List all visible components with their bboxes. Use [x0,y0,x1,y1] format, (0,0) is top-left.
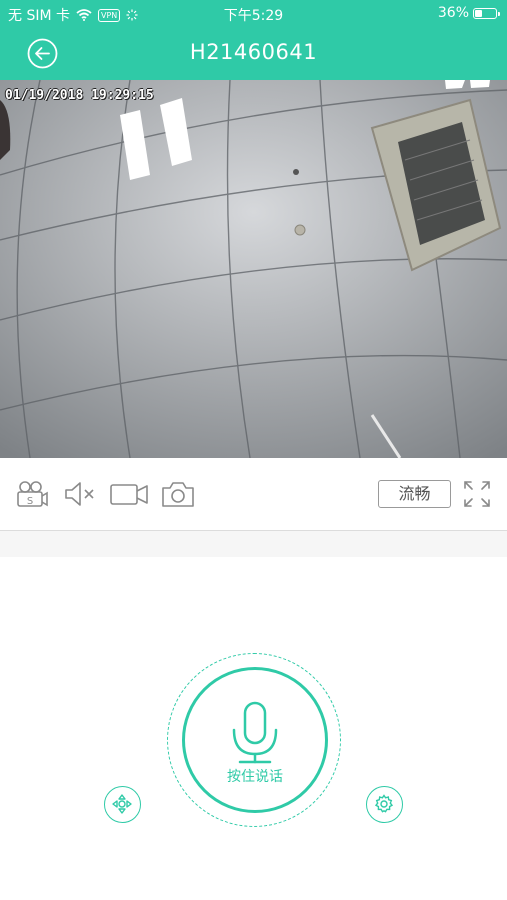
svg-text:S: S [27,496,33,507]
camera-switch-icon[interactable]: S [15,478,49,510]
battery-fill [475,9,482,17]
app-header: 无 SIM 卡 VPN 下午5:29 36% H21460641 [0,0,507,80]
status-bar: 无 SIM 卡 VPN 下午5:29 36% [0,0,507,28]
battery-icon [473,7,500,19]
record-video-icon[interactable] [109,478,149,510]
page-title: H21460641 [189,40,318,64]
nav-bar: H21460641 [0,28,507,80]
fullscreen-icon[interactable] [462,478,492,510]
settings-gear-icon [374,794,394,813]
push-to-talk-button[interactable]: 按住说话 [182,667,328,813]
battery-percent: 36% [437,5,469,21]
ptz-direction-button[interactable] [104,786,141,823]
status-right: 36% [437,5,500,21]
stream-quality-button[interactable]: 流畅 [378,480,451,508]
status-time: 下午5:29 [223,8,284,24]
camera-feed-image [0,80,507,458]
ptz-direction-icon [112,794,132,814]
settings-button[interactable] [366,786,403,823]
battery-tip [498,11,500,16]
video-toolbar: S 流畅 [0,458,507,530]
talk-panel: 按住说话 [0,557,507,900]
mute-icon[interactable] [63,478,97,510]
snapshot-icon[interactable] [161,478,195,510]
push-to-talk-label: 按住说话 [227,769,283,785]
section-divider [0,530,507,558]
video-timestamp: 01/19/2018 19:29:15 [5,88,154,103]
live-video-view[interactable]: 01/19/2018 19:29:15 [0,80,507,458]
